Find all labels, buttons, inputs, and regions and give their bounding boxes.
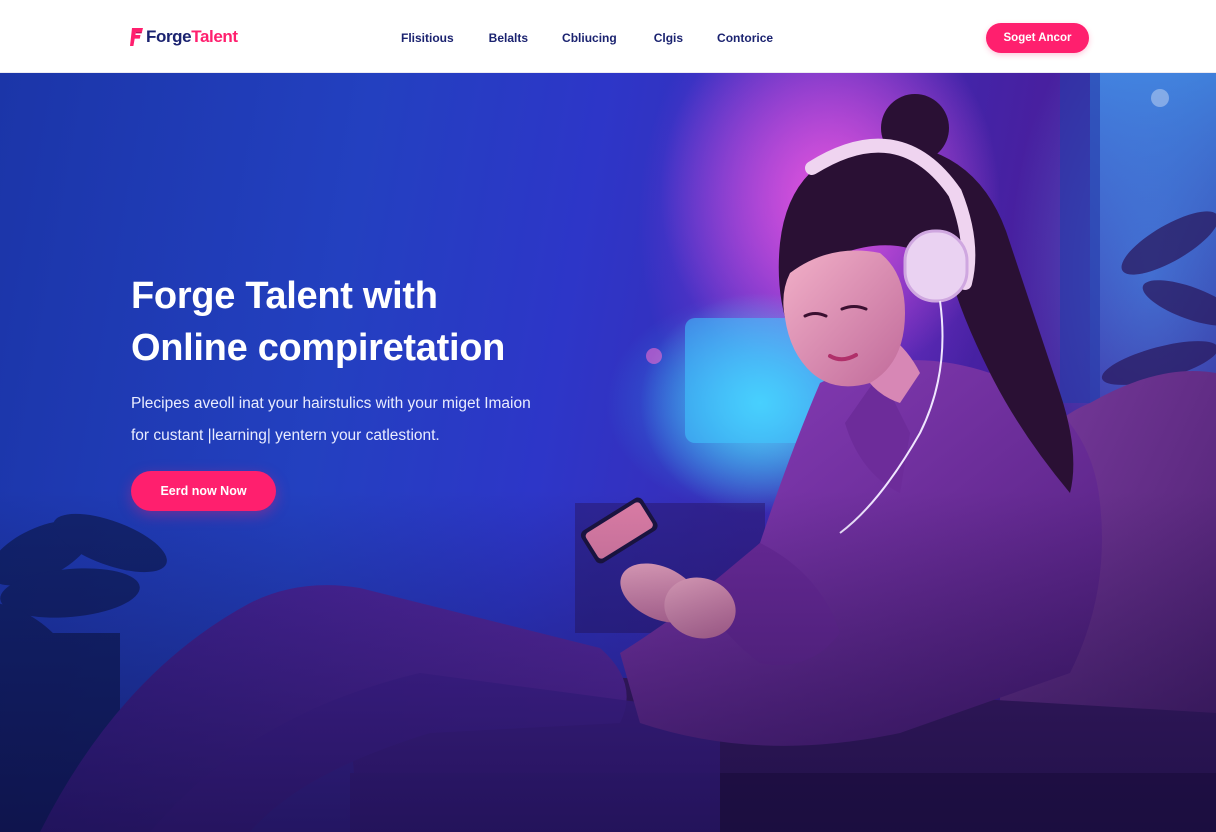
- hero-title-line1: Forge Talent with: [131, 275, 438, 317]
- nav-item-3[interactable]: Cbliucing: [551, 29, 628, 47]
- hero-title: Forge Talent with Online compiretation: [131, 270, 651, 374]
- brand-name-part1: Forge: [146, 27, 192, 46]
- nav-item-1[interactable]: Flisitious: [390, 29, 465, 47]
- bokeh-light: [1151, 89, 1169, 107]
- main-nav: Flisitious Belalts Cbliucing Clgis Conto…: [390, 29, 784, 47]
- hero-subtitle-line1: Plecipes aveoll inat your hairstulics wi…: [131, 395, 531, 412]
- hero-cta-button[interactable]: Eerd now Now: [131, 471, 276, 511]
- nav-item-4[interactable]: Clgis: [643, 29, 694, 47]
- hero-section: Forge Talent with Online compiretation P…: [0, 73, 1216, 832]
- window-frame: [1060, 73, 1100, 403]
- nav-item-5[interactable]: Contorice: [706, 29, 784, 47]
- hero-subtitle-line2: for custant |learning| yentern your catl…: [131, 427, 440, 444]
- hero-title-line2: Online compiretation: [131, 327, 506, 369]
- site-header: ForgeTalent Flisitious Belalts Cbliucing…: [0, 0, 1216, 73]
- headphone-cup: [903, 229, 969, 303]
- forge-logo-icon: [130, 28, 143, 46]
- nav-item-2[interactable]: Belalts: [478, 29, 539, 47]
- brand-logo[interactable]: ForgeTalent: [130, 26, 238, 48]
- hero-image: [0, 73, 1216, 832]
- brand-name-part2: Talent: [191, 27, 238, 46]
- hero-subtitle: Plecipes aveoll inat your hairstulics wi…: [131, 388, 651, 452]
- brand-name: ForgeTalent: [146, 27, 238, 47]
- header-cta-button[interactable]: Soget Ancor: [986, 23, 1089, 53]
